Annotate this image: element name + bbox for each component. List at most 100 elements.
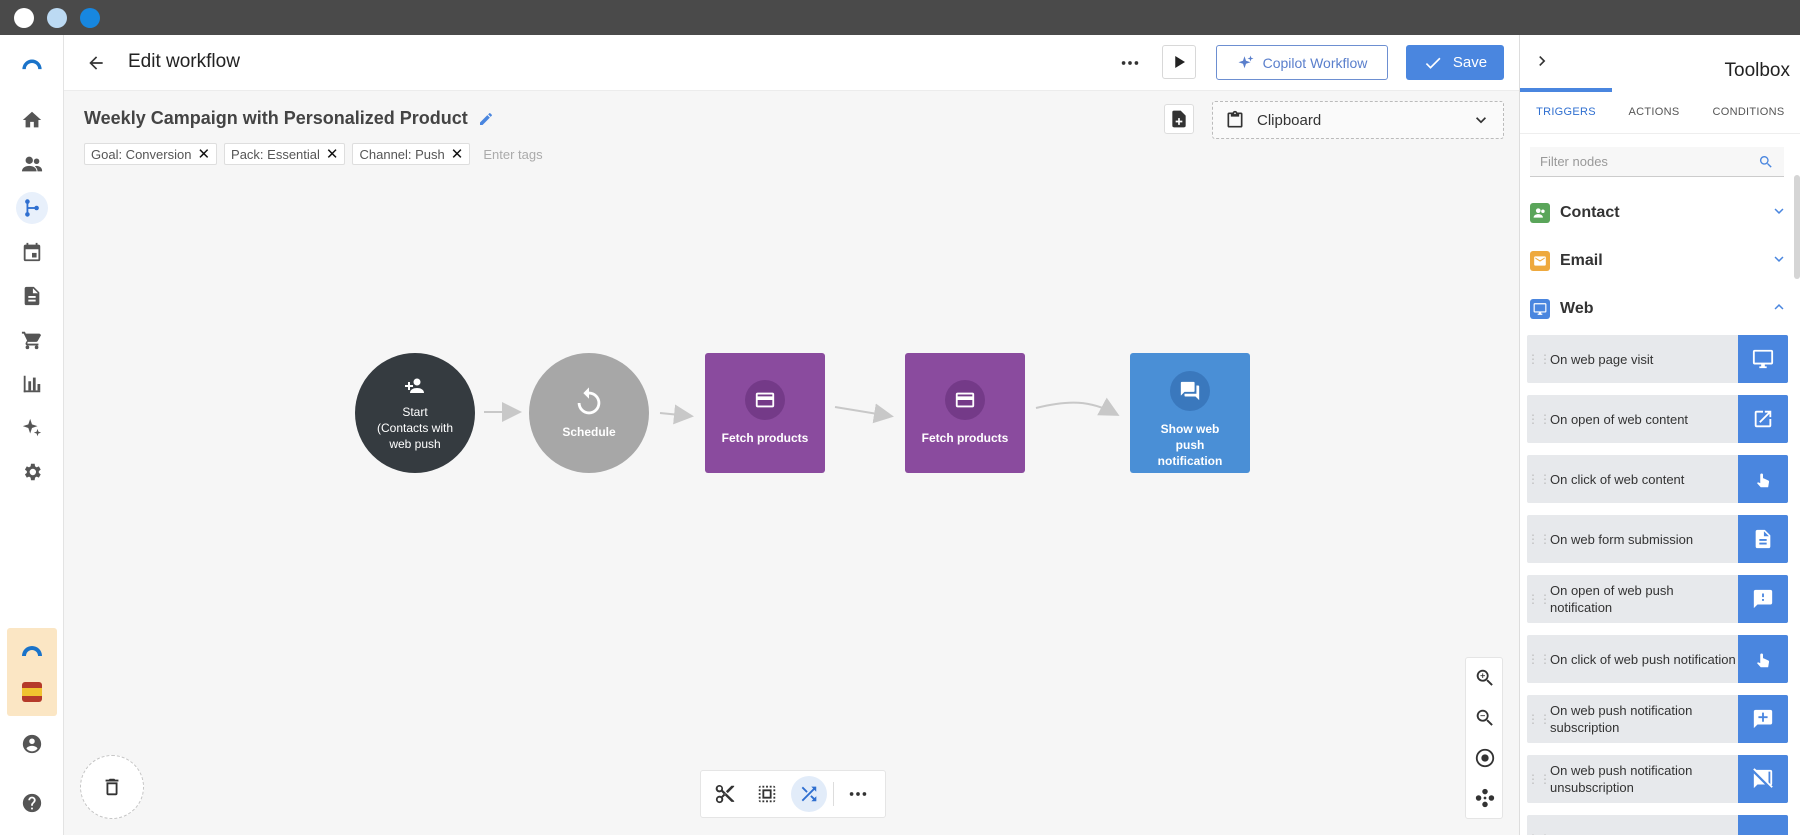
window-maximize-dot[interactable] [80, 8, 100, 28]
chevron-down-icon [1476, 117, 1486, 124]
help-icon[interactable] [16, 787, 48, 819]
trigger-web-push-subscription[interactable]: ⋮⋮ On web push notification subscription [1527, 695, 1788, 743]
connector-fetch1-fetch2 [834, 403, 894, 424]
zoom-in-button[interactable] [1466, 658, 1504, 698]
content-document-icon[interactable] [16, 280, 48, 312]
trigger-open-web-content[interactable]: ⋮⋮ On open of web content [1527, 395, 1788, 443]
trigger-label: On open of web push notification [1550, 583, 1674, 615]
remove-tag-icon[interactable]: ✕ [451, 145, 464, 163]
clipboard-dropdown[interactable]: Clipboard [1212, 101, 1504, 139]
clipboard-label: Clipboard [1257, 111, 1322, 129]
sparkle-icon [1238, 55, 1254, 68]
calendar-icon[interactable] [16, 236, 48, 268]
add-note-button[interactable] [1164, 104, 1194, 134]
drag-handle-icon[interactable]: ⋮⋮ [1527, 652, 1551, 666]
drag-handle-icon[interactable]: ⋮⋮ [1527, 472, 1551, 486]
category-label: Web [1560, 300, 1594, 317]
copilot-workflow-button[interactable]: Copilot Workflow [1216, 45, 1388, 80]
shuffle-layout-button[interactable] [791, 776, 827, 812]
play-icon [1175, 56, 1185, 68]
trigger-web-page-visit[interactable]: ⋮⋮ On web page visit [1527, 335, 1788, 383]
trigger-web-push-unsubscription[interactable]: ⋮⋮ On web push notification unsubscripti… [1527, 755, 1788, 803]
center-view-button[interactable] [1466, 738, 1504, 778]
save-button[interactable]: Save [1406, 45, 1504, 80]
drag-handle-icon[interactable]: ⋮⋮ [1527, 712, 1551, 726]
search-icon [1759, 155, 1772, 168]
drag-handle-icon[interactable]: ⋮⋮ [1527, 412, 1551, 426]
drag-handle-icon[interactable]: ⋮⋮ [1527, 592, 1551, 606]
account-avatar-icon[interactable] [16, 728, 48, 760]
tags-input[interactable]: Enter tags [483, 147, 542, 162]
tag-chip: Goal: Conversion ✕ [84, 143, 218, 165]
delete-drop-zone[interactable] [80, 755, 144, 819]
clipboard-icon [1227, 110, 1243, 128]
trigger-open-web-push[interactable]: ⋮⋮ On open of web push notification [1527, 575, 1788, 623]
cart-icon[interactable] [16, 324, 48, 356]
node-fetch-products-2[interactable]: Fetch products [905, 353, 1025, 473]
chevron-up-icon [1770, 298, 1788, 321]
toolbox-title: Toolbox [1724, 60, 1791, 81]
trigger-web-form-submission[interactable]: ⋮⋮ On web form submission [1527, 515, 1788, 563]
node-start[interactable]: Start (Contacts with web push [355, 353, 475, 473]
tag-label: Channel: Push [359, 146, 445, 162]
checkmark-icon [1425, 57, 1441, 69]
analytics-chart-icon[interactable] [16, 368, 48, 400]
more-tools-button[interactable] [840, 776, 876, 812]
trigger-label: On web push notification subscription [1550, 703, 1693, 735]
trigger-click-web-push[interactable]: ⋮⋮ On click of web push notification [1527, 635, 1788, 683]
settings-gear-icon[interactable] [16, 456, 48, 488]
home-icon[interactable] [16, 104, 48, 136]
remove-tag-icon[interactable]: ✕ [197, 145, 210, 163]
disabled-message-icon [1738, 755, 1788, 803]
select-area-button[interactable] [749, 776, 785, 812]
tab-conditions[interactable]: CONDITIONS [1696, 90, 1800, 134]
run-test-button[interactable] [1162, 45, 1196, 79]
category-contact[interactable]: Contact [1530, 198, 1788, 228]
more-options-button[interactable] [1116, 49, 1144, 77]
window-titlebar [0, 0, 1800, 35]
workspace-card[interactable] [7, 628, 57, 716]
tag-chip: Pack: Essential ✕ [224, 143, 346, 165]
cut-button[interactable] [707, 776, 743, 812]
contacts-icon[interactable] [16, 148, 48, 180]
window-close-dot[interactable] [14, 8, 34, 28]
workspace-logo-icon [20, 642, 44, 660]
node-label: Fetch products [721, 431, 809, 445]
window-minimize-dot[interactable] [47, 8, 67, 28]
toolbar-divider [833, 782, 834, 806]
trigger-click-web-content[interactable]: ⋮⋮ On click of web content [1527, 455, 1788, 503]
ai-sparkle-icon[interactable] [16, 412, 48, 444]
connector-schedule-fetch1 [659, 404, 694, 425]
drag-handle-icon[interactable]: ⋮⋮ [1527, 772, 1551, 786]
more-horizontal-icon [1121, 61, 1139, 65]
workflow-name[interactable]: Weekly Campaign with Personalized Produc… [84, 108, 494, 129]
monitor-icon [1530, 299, 1550, 319]
remove-tag-icon[interactable]: ✕ [326, 145, 339, 163]
zoom-in-icon [1476, 669, 1493, 686]
trigger-partial-item[interactable]: ⋮⋮ [1527, 815, 1788, 835]
back-button[interactable] [82, 49, 110, 77]
tab-actions[interactable]: ACTIONS [1612, 90, 1696, 134]
alert-message-icon [1738, 575, 1788, 623]
drag-handle-icon[interactable]: ⋮⋮ [1527, 532, 1551, 546]
node-show-web-push[interactable]: Show web push notification [1130, 353, 1250, 473]
filter-nodes-input[interactable]: Filter nodes [1530, 147, 1784, 177]
tab-triggers[interactable]: TRIGGERS [1520, 90, 1612, 134]
app-logo-icon[interactable] [16, 49, 48, 81]
drag-handle-icon[interactable]: ⋮⋮ [1527, 352, 1551, 366]
edit-pencil-icon[interactable] [478, 111, 494, 127]
trigger-label: On web page visit [1550, 351, 1654, 367]
node-fetch-products-1[interactable]: Fetch products [705, 353, 825, 473]
toolbox-scrollbar[interactable] [1794, 175, 1800, 279]
auto-layout-button[interactable] [1466, 778, 1504, 818]
zoom-out-button[interactable] [1466, 698, 1504, 738]
monitor-icon [1738, 335, 1788, 383]
connector-fetch2-webpush [1035, 397, 1120, 416]
collapse-toolbox-button[interactable] [1532, 51, 1552, 71]
node-schedule[interactable]: Schedule [529, 353, 649, 473]
workflows-icon[interactable] [16, 192, 48, 224]
node-label: Schedule [562, 425, 616, 439]
category-email[interactable]: Email [1530, 246, 1788, 276]
graph-nodes-icon [1475, 788, 1495, 808]
category-web[interactable]: Web [1530, 294, 1788, 324]
